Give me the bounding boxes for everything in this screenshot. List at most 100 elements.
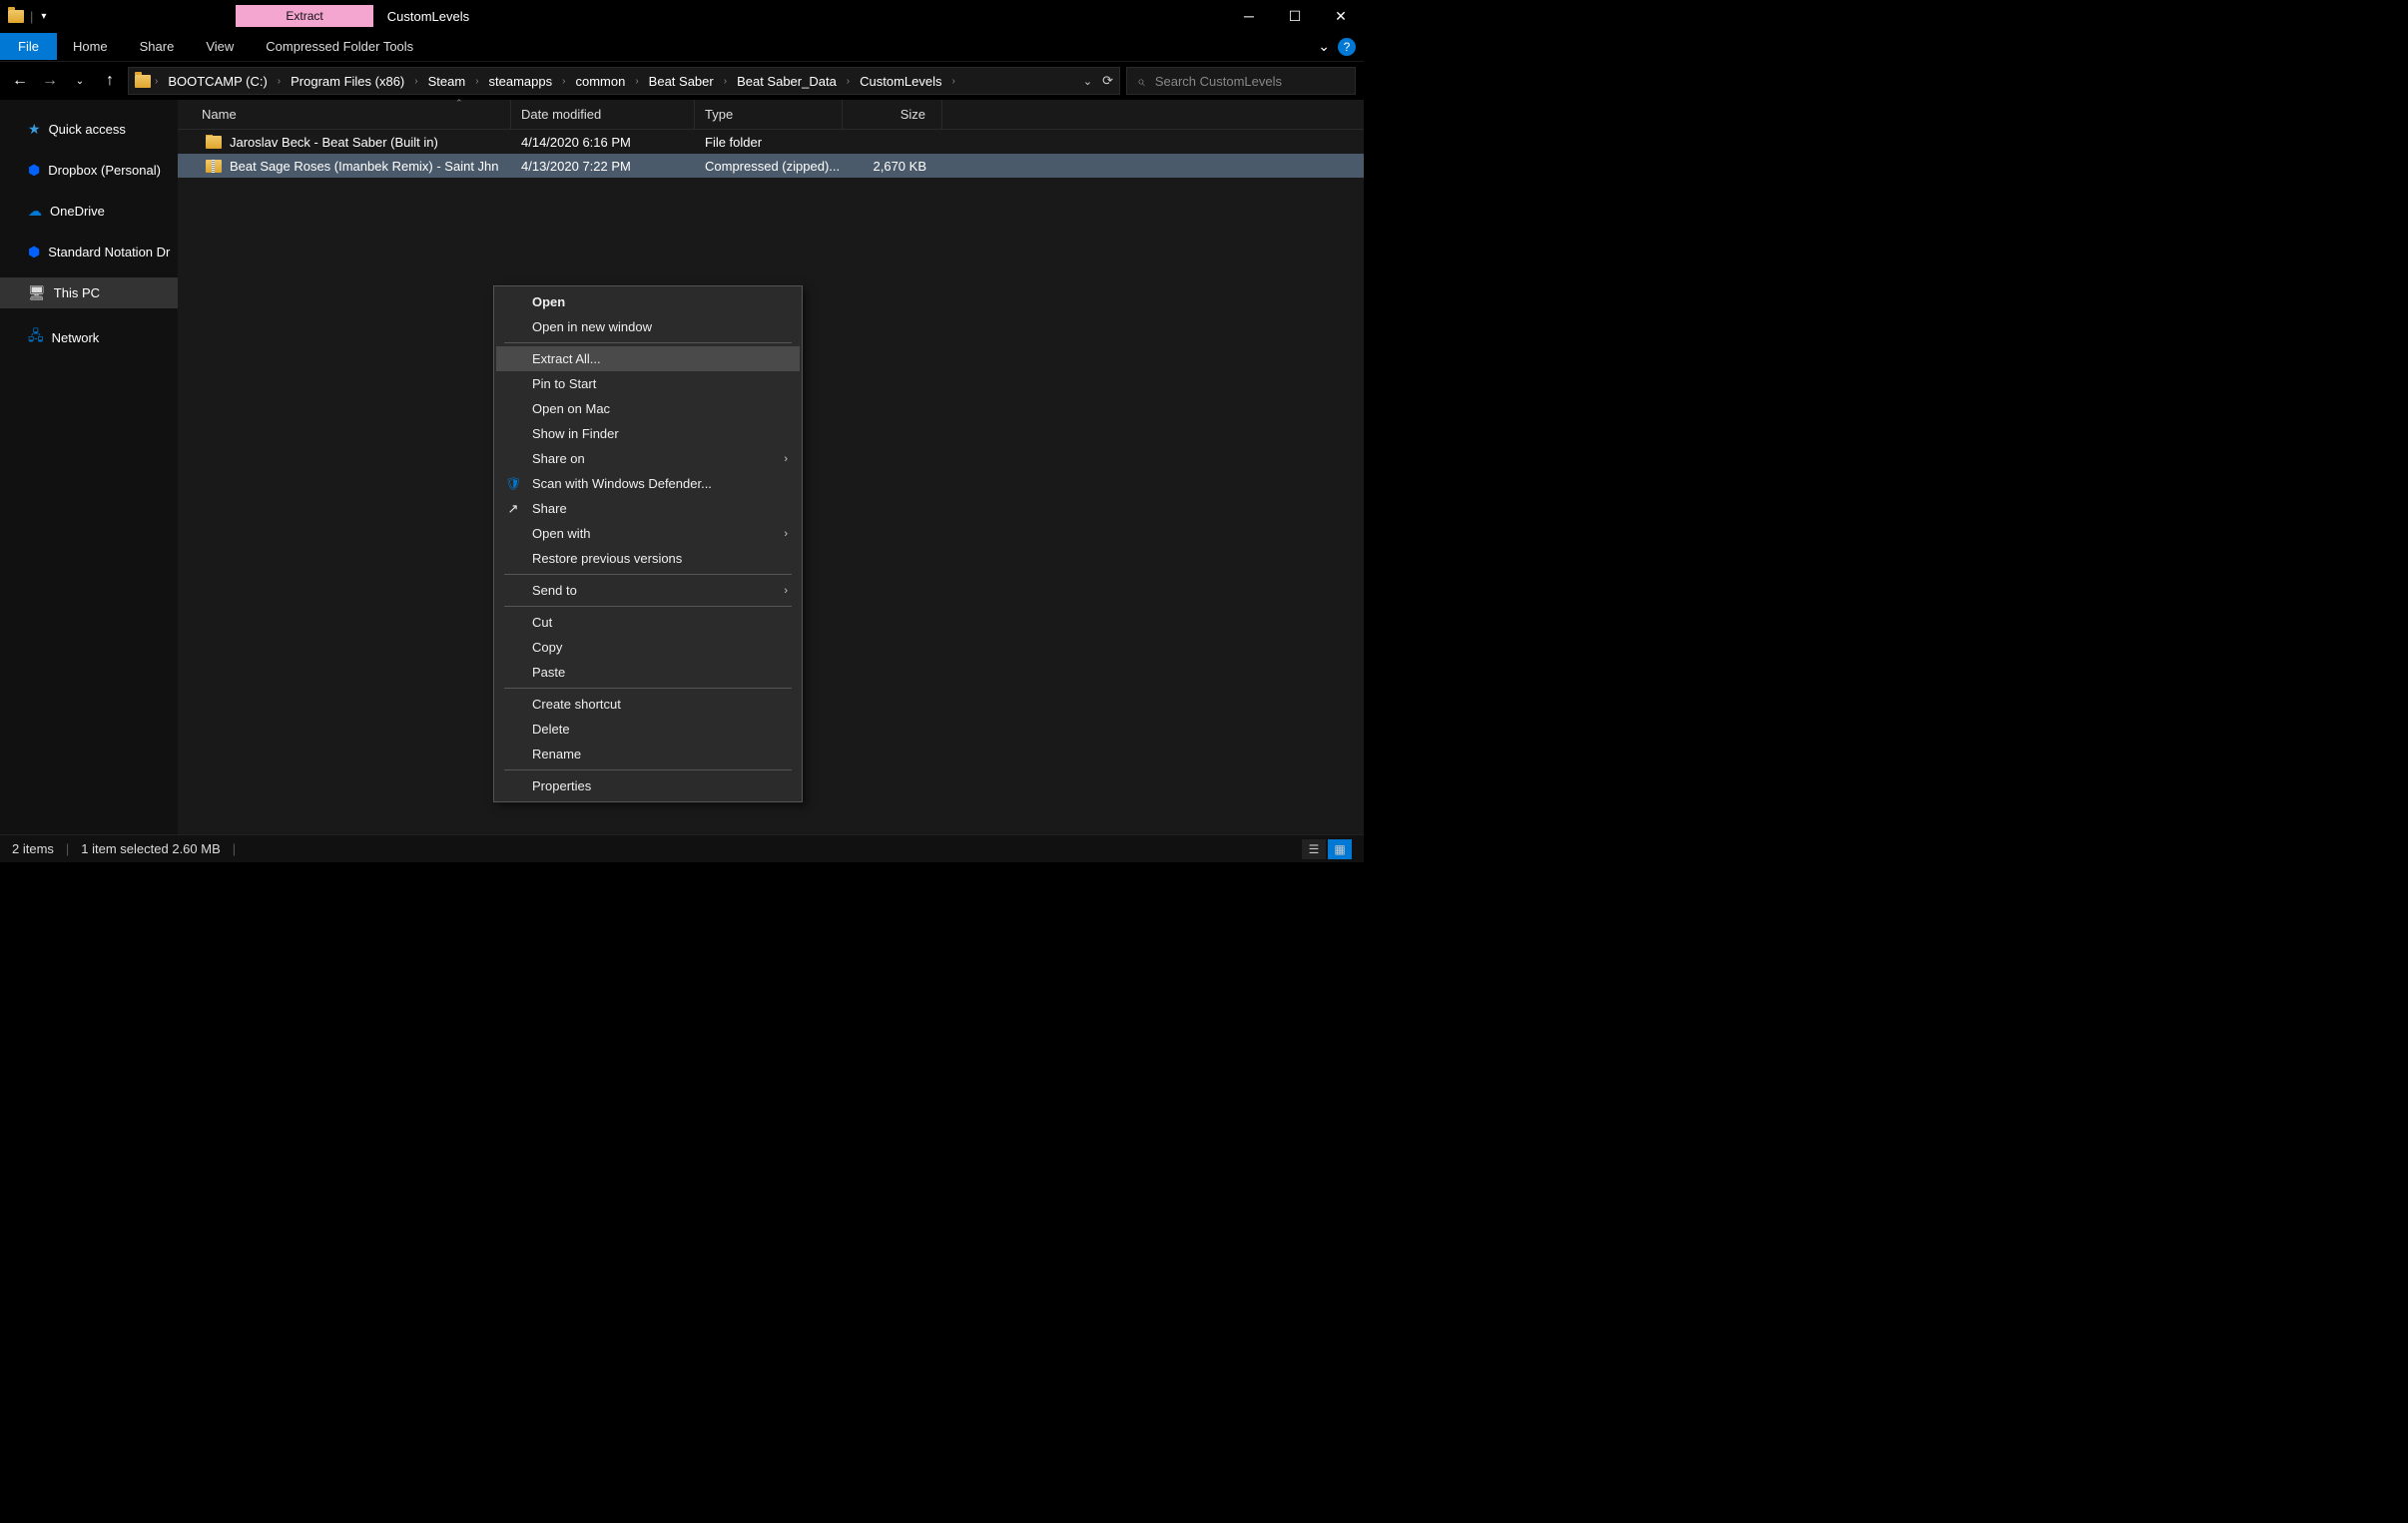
status-selection: 1 item selected 2.60 MB [81,841,220,856]
ribbon-collapse-icon[interactable]: ⌄ [1318,38,1330,55]
qat-dropdown-icon[interactable]: ▾ [41,11,46,22]
breadcrumb[interactable]: common [569,74,631,89]
body: ★Quick access ⬢ Dropbox (Personal) ☁OneDr… [0,100,1364,834]
ctx-open-with[interactable]: Open with› [496,521,800,546]
chevron-right-icon[interactable]: › [475,76,478,87]
ctx-label: Scan with Windows Defender... [532,476,712,491]
minimize-button[interactable]: ─ [1226,0,1272,32]
file-name: Beat Sage Roses (Imanbek Remix) - Saint … [230,159,499,174]
ctx-cut[interactable]: Cut [496,610,800,635]
breadcrumb[interactable]: Beat Saber [643,74,720,89]
search-input[interactable]: ⌕ Search CustomLevels [1126,67,1356,95]
nav-forward-button[interactable]: → [38,69,62,93]
tab-file[interactable]: File [0,33,57,60]
ctx-extract-all[interactable]: Extract All... [496,346,800,371]
chevron-right-icon[interactable]: › [278,76,281,87]
file-list: ⌃ Name Date modified Type Size Jaroslav … [178,100,1364,834]
sidebar-item-onedrive[interactable]: ☁OneDrive [0,196,178,227]
file-size: 2,670 KB [843,159,942,174]
status-separator: | [233,841,236,856]
context-menu: Open Open in new window Extract All... P… [493,285,803,802]
dropbox-icon: ⬢ [28,244,40,260]
ctx-restore-versions[interactable]: Restore previous versions [496,546,800,571]
sidebar-item-label: Network [52,330,100,345]
breadcrumb[interactable]: steamapps [483,74,559,89]
breadcrumb[interactable]: Program Files (x86) [285,74,410,89]
nav-up-button[interactable]: ↑ [98,69,122,93]
ctx-paste[interactable]: Paste [496,660,800,685]
nav-back-button[interactable]: ← [8,69,32,93]
column-headers: ⌃ Name Date modified Type Size [178,100,1364,130]
ctx-create-shortcut[interactable]: Create shortcut [496,692,800,717]
col-type[interactable]: Type [695,100,843,129]
breadcrumb[interactable]: BOOTCAMP (C:) [162,74,273,89]
ctx-label: Open with [532,526,591,541]
nav-recent-dropdown[interactable]: ⌄ [68,69,92,93]
sidebar-item-label: Standard Notation Dr [48,245,170,259]
sidebar-item-network[interactable]: 🖧Network [0,318,178,356]
chevron-right-icon[interactable]: › [414,76,417,87]
dropbox-icon: ⬢ [28,162,40,179]
chevron-right-icon[interactable]: › [562,76,565,87]
col-date[interactable]: Date modified [511,100,695,129]
sidebar-item-this-pc[interactable]: 🖥This PC [0,277,178,308]
onedrive-icon: ☁ [28,203,42,220]
ctx-separator [504,342,792,343]
ctx-label: Share on [532,451,585,466]
tab-share[interactable]: Share [124,33,191,60]
col-size[interactable]: Size [843,100,942,129]
chevron-right-icon[interactable]: › [724,76,727,87]
ctx-separator [504,688,792,689]
file-row[interactable]: Beat Sage Roses (Imanbek Remix) - Saint … [178,154,1364,178]
ctx-copy[interactable]: Copy [496,635,800,660]
ctx-share[interactable]: ↗Share [496,496,800,521]
ctx-separator [504,574,792,575]
refresh-icon[interactable]: ⟳ [1102,73,1113,89]
sidebar-item-label: Dropbox (Personal) [48,163,161,178]
contextual-tab-extract[interactable]: Extract [236,5,372,27]
ctx-open-on-mac[interactable]: Open on Mac [496,396,800,421]
breadcrumb[interactable]: CustomLevels [854,74,947,89]
chevron-right-icon[interactable]: › [155,76,158,87]
sort-indicator-icon: ⌃ [455,98,463,109]
sidebar-item-dropbox[interactable]: ⬢ Dropbox (Personal) [0,155,178,186]
folder-icon [8,10,24,23]
ctx-pin-to-start[interactable]: Pin to Start [496,371,800,396]
maximize-button[interactable]: ☐ [1272,0,1318,32]
ctx-separator [504,606,792,607]
ctx-defender[interactable]: 🛡Scan with Windows Defender... [496,471,800,496]
sidebar-item-quick-access[interactable]: ★Quick access [0,114,178,145]
ctx-properties[interactable]: Properties [496,773,800,798]
tab-home[interactable]: Home [57,33,124,60]
window-title: CustomLevels [387,9,469,24]
breadcrumb[interactable]: Steam [422,74,472,89]
chevron-right-icon[interactable]: › [635,76,638,87]
file-date: 4/13/2020 7:22 PM [511,159,695,174]
qat-separator: | [30,9,33,24]
ctx-share-on[interactable]: Share on› [496,446,800,471]
ctx-delete[interactable]: Delete [496,717,800,742]
ctx-show-in-finder[interactable]: Show in Finder [496,421,800,446]
ctx-open[interactable]: Open [496,289,800,314]
sidebar-item-standard[interactable]: ⬢ Standard Notation Dr [0,237,178,267]
help-icon[interactable]: ? [1338,38,1356,56]
ctx-open-new-window[interactable]: Open in new window [496,314,800,339]
tab-view[interactable]: View [190,33,250,60]
file-type: File folder [695,135,843,150]
tab-compressed-tools[interactable]: Compressed Folder Tools [250,33,429,60]
close-button[interactable]: ✕ [1318,0,1364,32]
breadcrumb[interactable]: Beat Saber_Data [731,74,843,89]
view-details-button[interactable]: ☰ [1302,839,1326,859]
view-icons-button[interactable]: ▦ [1328,839,1352,859]
ctx-send-to[interactable]: Send to› [496,578,800,603]
ctx-rename[interactable]: Rename [496,742,800,766]
status-bar: 2 items | 1 item selected 2.60 MB | ☰ ▦ [0,834,1364,862]
share-icon: ↗ [504,501,522,517]
status-item-count: 2 items [12,841,54,856]
chevron-right-icon[interactable]: › [847,76,850,87]
chevron-right-icon[interactable]: › [952,76,955,87]
addr-dropdown-icon[interactable]: ⌄ [1083,75,1092,88]
file-row[interactable]: Jaroslav Beck - Beat Saber (Built in) 4/… [178,130,1364,154]
address-bar[interactable]: › BOOTCAMP (C:) › Program Files (x86) › … [128,67,1120,95]
titlebar: | ▾ Extract CustomLevels ─ ☐ ✕ [0,0,1364,32]
